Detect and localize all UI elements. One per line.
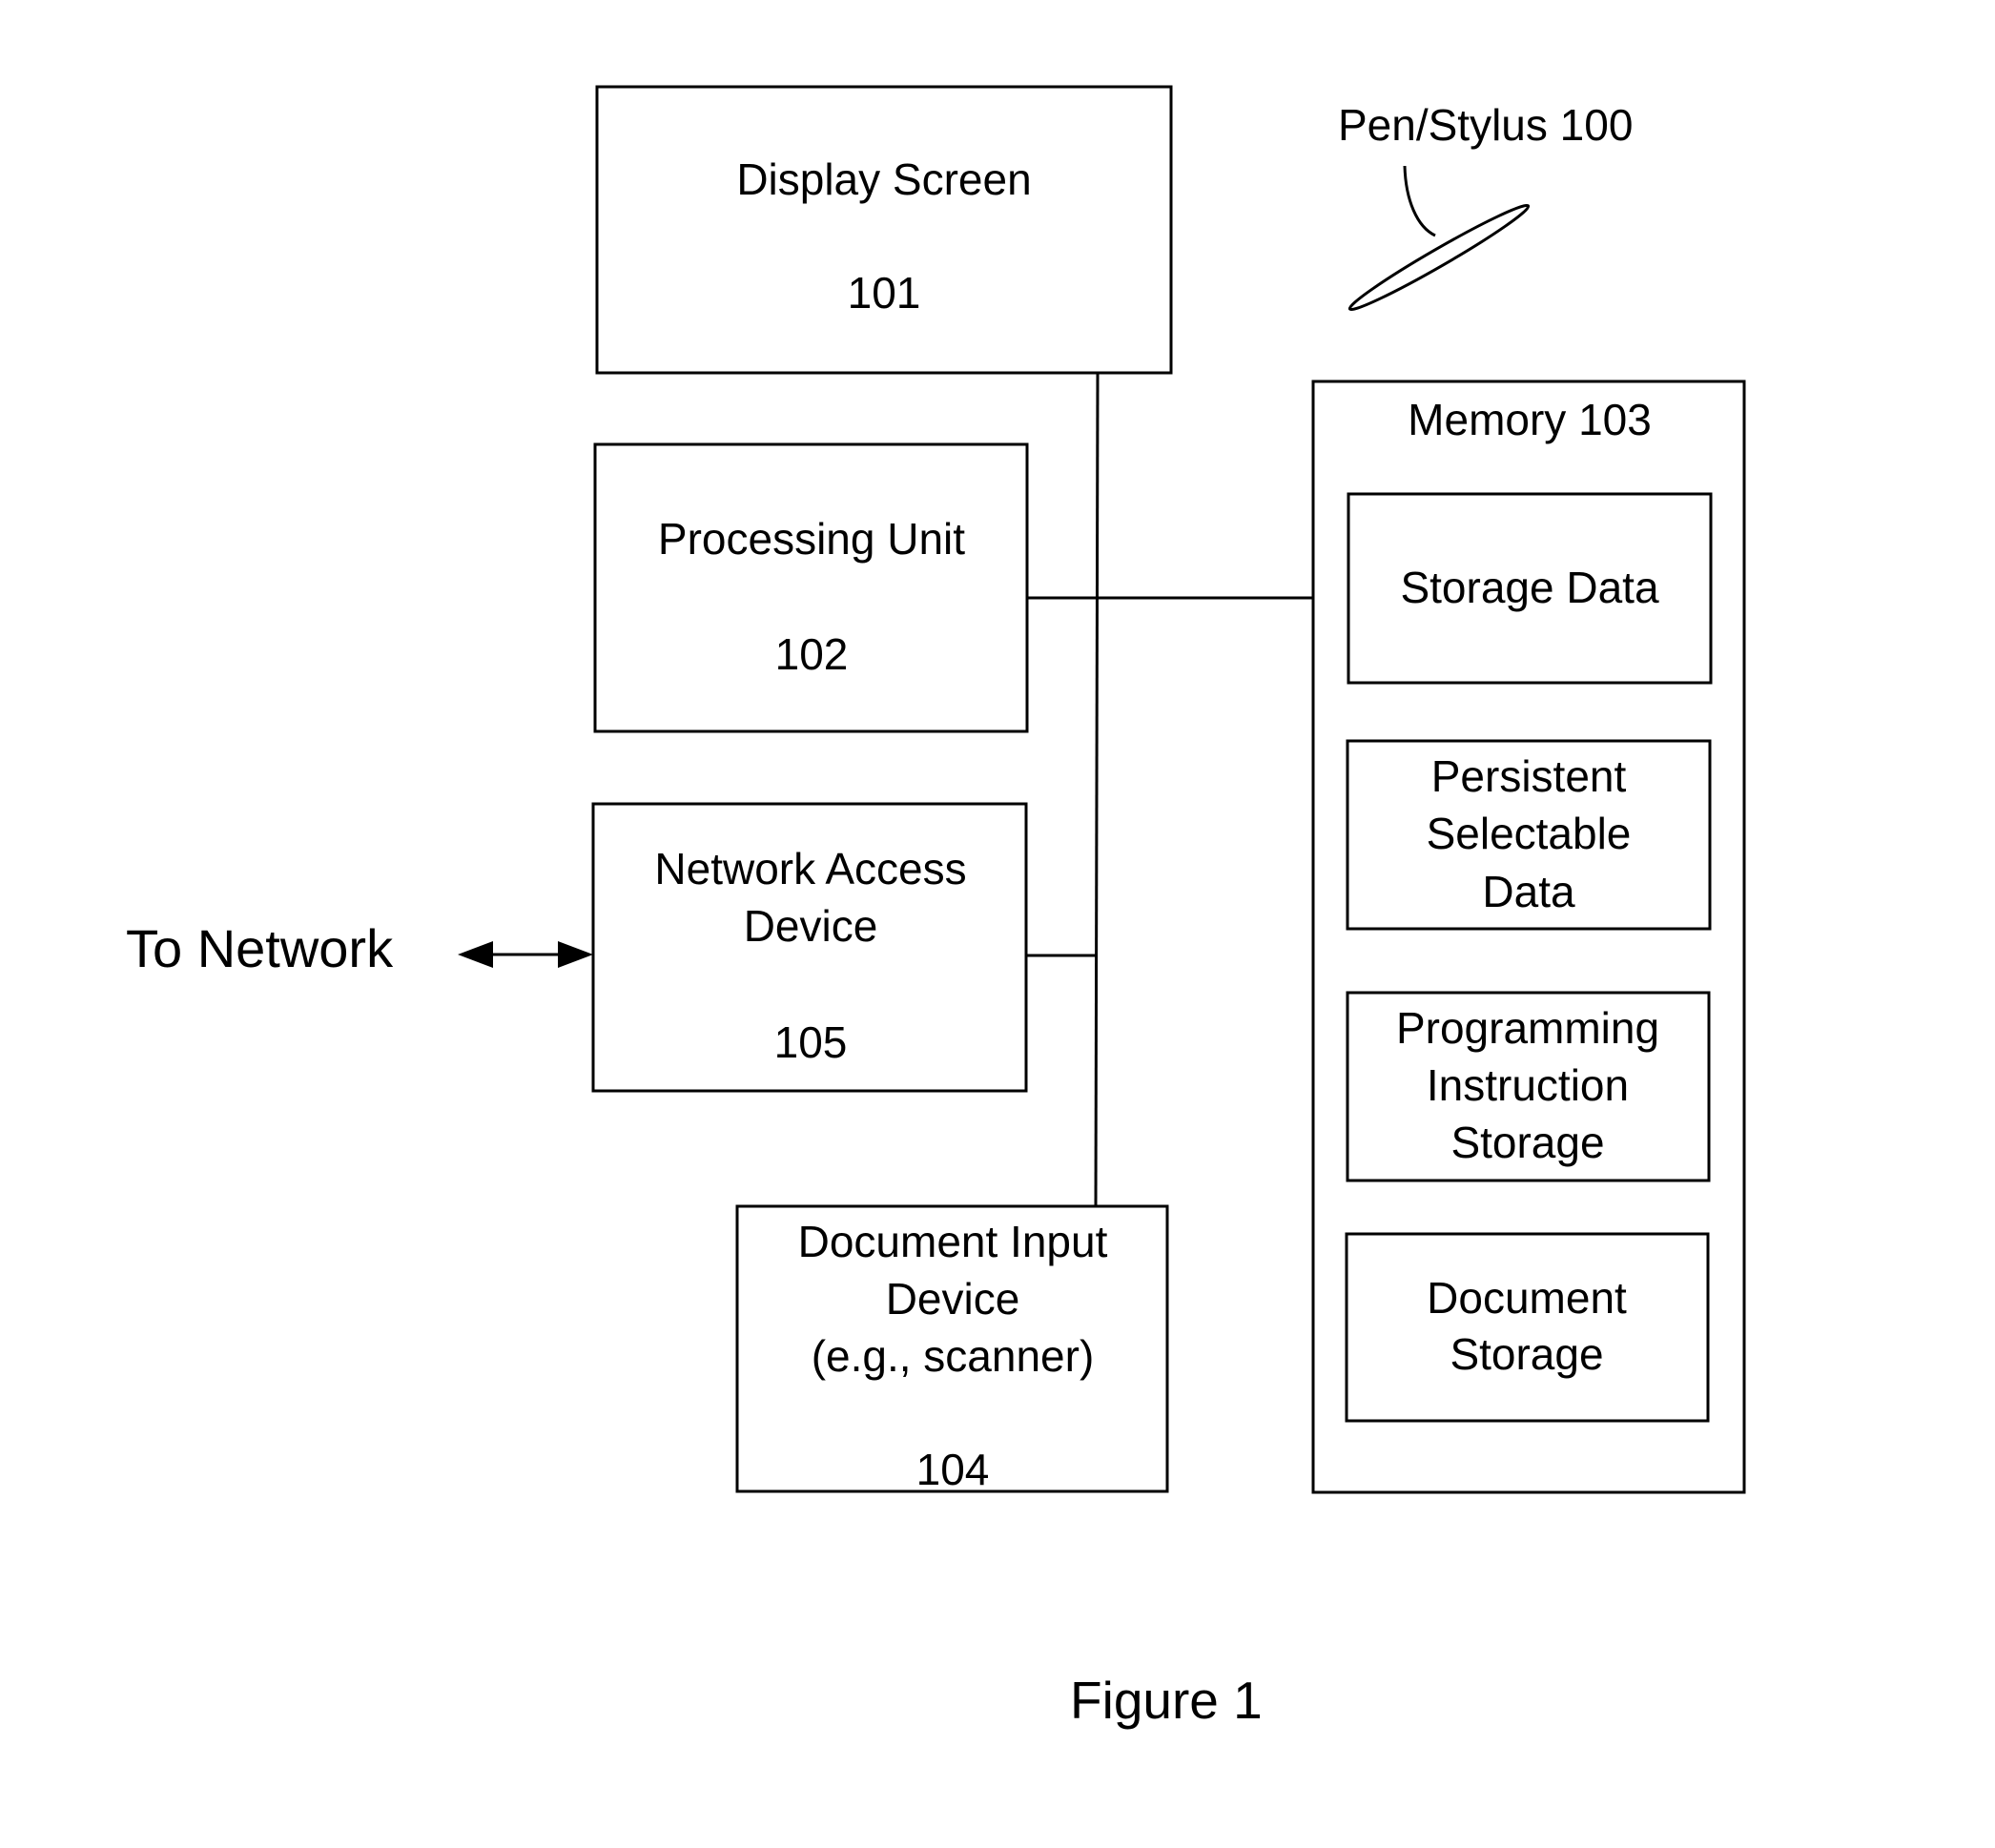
memory-block: Memory 103 Storage Data Persistent Selec… — [1311, 380, 1746, 1494]
document-input-device-block: Document Input Device (e.g., scanner) 10… — [735, 1204, 1169, 1494]
document-input-ref: 104 — [916, 1445, 990, 1494]
memory-item-storage-data: Storage Data — [1347, 492, 1713, 685]
pen-stylus-label: Pen/Stylus 100 — [1338, 100, 1633, 150]
document-input-label-line2: Device — [886, 1274, 1020, 1324]
memory-item-document-storage: Document Storage — [1345, 1232, 1710, 1423]
document-storage-line2: Storage — [1450, 1329, 1603, 1379]
persistent-selectable-data-line3: Data — [1482, 867, 1575, 916]
programming-instruction-storage-line2: Instruction — [1427, 1060, 1629, 1110]
bus-vertical — [1094, 372, 1100, 1207]
network-access-device-block: Network Access Device 105 — [591, 802, 1028, 1093]
figure-caption: Figure 1 — [1070, 1671, 1263, 1730]
stylus-icon — [1347, 203, 1531, 312]
network-access-device-ref: 105 — [774, 1017, 848, 1067]
memory-item-programming-instruction-storage: Programming Instruction Storage — [1346, 991, 1711, 1182]
processing-unit-block: Processing Unit 102 — [593, 442, 1029, 733]
network-access-device-label-line2: Device — [744, 901, 878, 951]
storage-data-label: Storage Data — [1400, 563, 1658, 612]
bidirectional-network-arrow — [458, 941, 593, 968]
processing-unit-label: Processing Unit — [658, 514, 965, 564]
document-storage-line1: Document — [1427, 1273, 1627, 1323]
display-screen-block: Display Screen 101 — [595, 85, 1173, 375]
processing-unit-ref: 102 — [775, 629, 849, 679]
document-input-label-line3: (e.g., scanner) — [812, 1331, 1095, 1381]
display-screen-label: Display Screen — [736, 154, 1031, 204]
pen-stylus-leader-line — [1403, 165, 1436, 237]
memory-item-persistent-selectable-data: Persistent Selectable Data — [1346, 739, 1712, 931]
persistent-selectable-data-line2: Selectable — [1427, 809, 1632, 858]
to-network-label: To Network — [126, 918, 394, 978]
persistent-selectable-data-line1: Persistent — [1431, 751, 1627, 801]
memory-title: Memory 103 — [1408, 395, 1652, 444]
block-diagram: To Network Display Screen 101 Processing… — [126, 85, 1746, 1730]
programming-instruction-storage-line3: Storage — [1450, 1118, 1604, 1167]
display-screen-ref: 101 — [848, 268, 921, 318]
network-access-device-label-line1: Network Access — [654, 844, 966, 893]
programming-instruction-storage-line1: Programming — [1396, 1003, 1659, 1053]
document-input-label-line1: Document Input — [798, 1217, 1108, 1266]
pen-stylus: Pen/Stylus 100 — [1338, 100, 1633, 312]
